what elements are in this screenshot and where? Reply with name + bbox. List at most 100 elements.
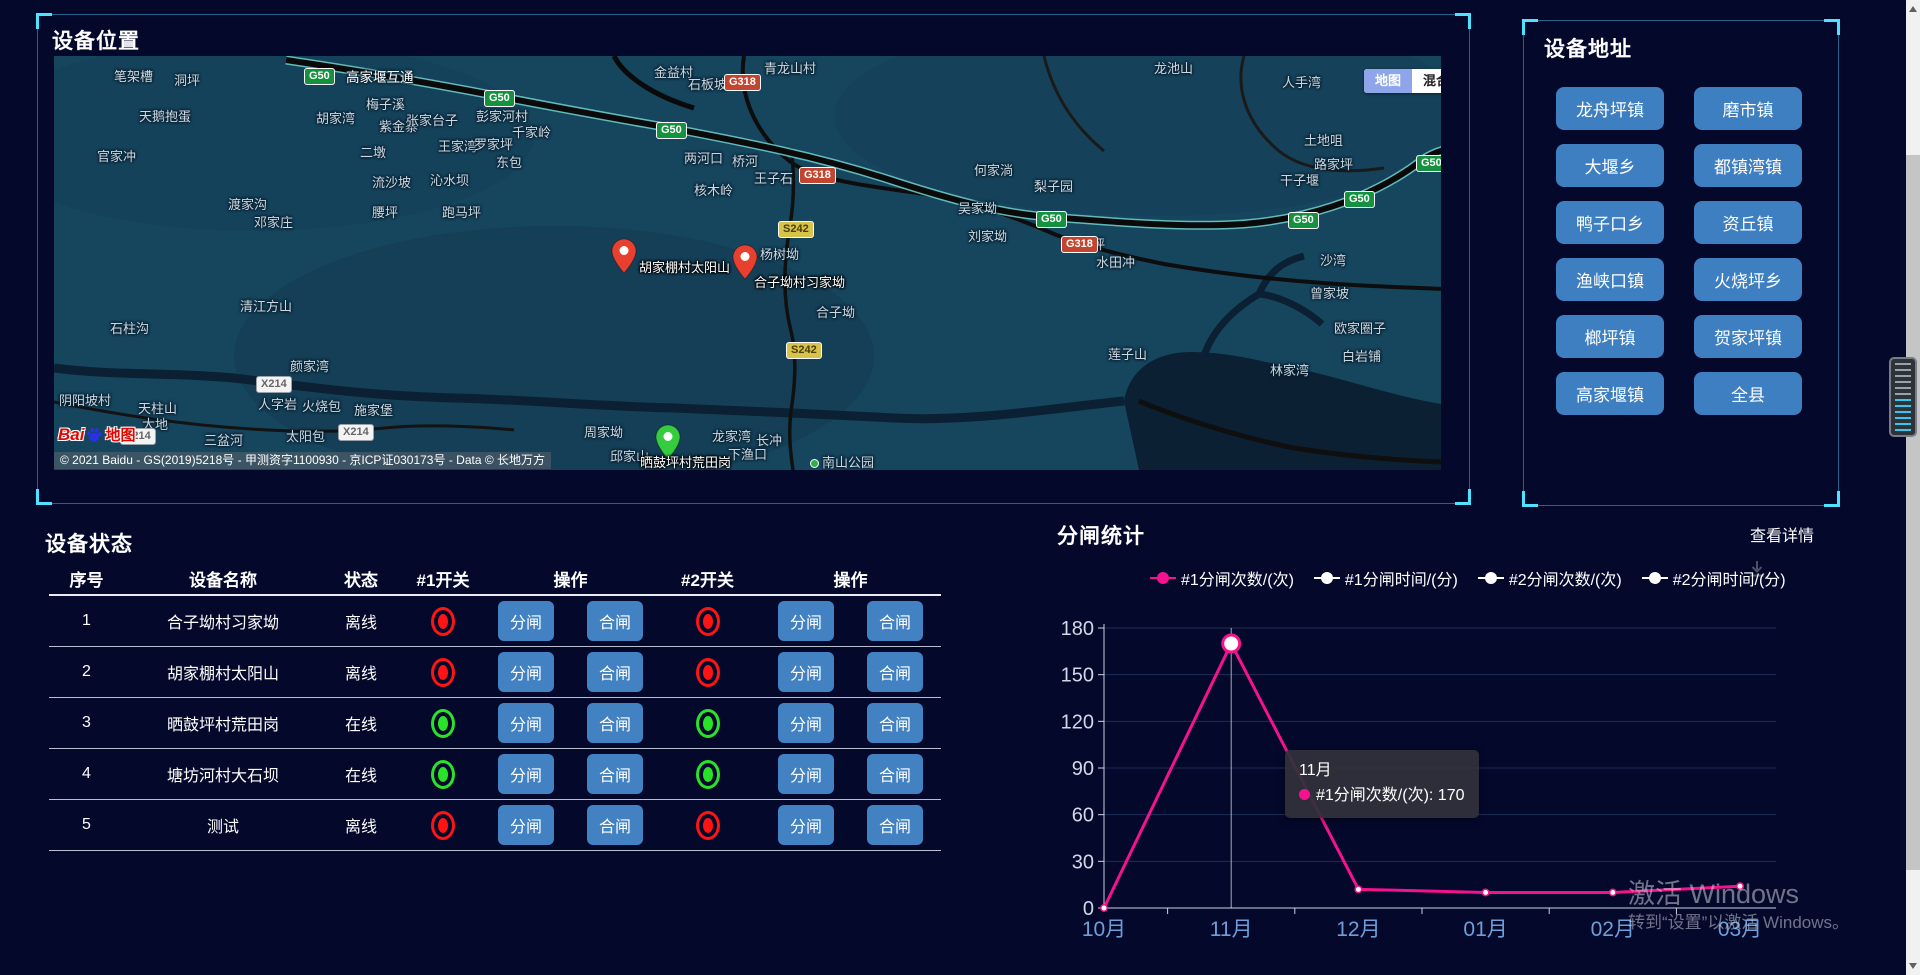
switch1-cell bbox=[400, 760, 486, 789]
map-place-label: 火烧包 bbox=[302, 396, 341, 415]
highlighted-data-point bbox=[1223, 635, 1240, 652]
corner-decoration bbox=[36, 489, 52, 505]
map-place-label: 张家台子 bbox=[406, 110, 458, 129]
close-switch-button[interactable]: 合闸 bbox=[867, 754, 923, 794]
legend-item[interactable]: #2分闸时间/(分) bbox=[1642, 566, 1786, 590]
close-switch-button[interactable]: 合闸 bbox=[867, 703, 923, 743]
column-header: 设备名称 bbox=[124, 566, 322, 591]
open-switch-button[interactable]: 分闸 bbox=[498, 703, 554, 743]
map-place-label: 曾家坡 bbox=[1310, 283, 1349, 302]
map-place-label: 天鹅抱蛋 bbox=[139, 106, 191, 125]
legend-label: #2分闸次数/(次) bbox=[1509, 566, 1622, 590]
map-place-label: 人字岩 bbox=[258, 394, 297, 413]
map-place-label: 龙池山 bbox=[1154, 58, 1193, 77]
open-switch-button[interactable]: 分闸 bbox=[498, 652, 554, 692]
baidu-logo-text: Bai bbox=[58, 425, 84, 445]
road-badge-g50: G50 bbox=[1344, 191, 1375, 208]
map-place-label: 高家堰互通 bbox=[346, 66, 414, 86]
legend-line-icon bbox=[1642, 577, 1668, 579]
address-button[interactable]: 高家堰镇 bbox=[1556, 372, 1664, 415]
close-switch-button[interactable]: 合闸 bbox=[587, 652, 643, 692]
map-place-label: 南山公园 bbox=[810, 452, 874, 470]
map-place-label: 干子堰 bbox=[1280, 170, 1319, 189]
close-switch-button[interactable]: 合闸 bbox=[587, 601, 643, 641]
y-tick-label: 180 bbox=[1061, 618, 1094, 640]
switch1-cell bbox=[400, 811, 486, 840]
address-button[interactable]: 大堰乡 bbox=[1556, 144, 1664, 187]
open-switch-button[interactable]: 分闸 bbox=[498, 754, 554, 794]
map-place-label: 清江方山 bbox=[240, 296, 292, 315]
scrollbar-down-arrow-icon[interactable] bbox=[1909, 963, 1917, 969]
map-place-label: 白岩铺 bbox=[1342, 346, 1381, 365]
switch-indicator-off bbox=[696, 658, 720, 687]
scrollbar-thumb[interactable] bbox=[1906, 155, 1920, 870]
switch2-cell bbox=[655, 709, 760, 738]
map-type-hybrid-button[interactable]: 混合 bbox=[1412, 69, 1441, 93]
address-button[interactable]: 都镇湾镇 bbox=[1694, 144, 1802, 187]
table-row: 5测试离线分闸合闸分闸合闸 bbox=[49, 800, 941, 851]
open-switch-button[interactable]: 分闸 bbox=[778, 601, 834, 641]
map-place-label: 青龙山村 bbox=[764, 58, 816, 77]
open-switch-button[interactable]: 分闸 bbox=[498, 805, 554, 845]
map-place-label: 周家坳 bbox=[584, 422, 623, 441]
map-place-label: 官家冲 bbox=[97, 146, 136, 165]
address-button[interactable]: 资丘镇 bbox=[1694, 201, 1802, 244]
map-place-label: 罗家坪 bbox=[474, 134, 513, 153]
device-name: 胡家棚村太阳山 bbox=[124, 660, 322, 684]
address-button[interactable]: 全县 bbox=[1694, 372, 1802, 415]
legend-item[interactable]: #2分闸次数/(次) bbox=[1478, 566, 1622, 590]
map-pin-marker[interactable] bbox=[611, 238, 637, 274]
map-type-map-button[interactable]: 地图 bbox=[1364, 69, 1412, 93]
close-switch-button[interactable]: 合闸 bbox=[867, 652, 923, 692]
map-place-label: 刘家坳 bbox=[968, 226, 1007, 245]
map-place-label: 路家坪 bbox=[1314, 154, 1353, 173]
map-place-label: 石板坡 bbox=[688, 74, 727, 93]
row-number: 1 bbox=[49, 612, 124, 630]
map-place-label: 沙湾 bbox=[1320, 250, 1346, 269]
switch-indicator-on bbox=[696, 709, 720, 738]
park-poi-icon bbox=[810, 459, 819, 468]
map-place-label: 吴家坳 bbox=[958, 198, 997, 217]
open-switch-button[interactable]: 分闸 bbox=[778, 754, 834, 794]
legend-line-icon bbox=[1150, 577, 1176, 579]
legend-item[interactable]: #1分闸次数/(次) bbox=[1150, 566, 1294, 590]
switch-indicator-off bbox=[696, 811, 720, 840]
map-place-label: 邓家庄 bbox=[254, 212, 293, 231]
close-switch-button[interactable]: 合闸 bbox=[587, 805, 643, 845]
address-button[interactable]: 火烧坪乡 bbox=[1694, 258, 1802, 301]
switch-indicator-off bbox=[696, 607, 720, 636]
address-button[interactable]: 磨市镇 bbox=[1694, 87, 1802, 130]
legend-item[interactable]: #1分闸时间/(分) bbox=[1314, 566, 1458, 590]
open-switch-button[interactable]: 分闸 bbox=[778, 652, 834, 692]
close-switch-button[interactable]: 合闸 bbox=[587, 754, 643, 794]
baidu-map[interactable]: 笔架槽洞坪天鹅抱蛋官家冲胡家湾高家堰互通梅子溪紫金寨二墩流沙坡沁水坝腰坪跑马坪渡… bbox=[54, 56, 1441, 470]
map-place-label: 合子坳 bbox=[816, 302, 855, 321]
close-switch-button[interactable]: 合闸 bbox=[867, 601, 923, 641]
address-button[interactable]: 渔峡口镇 bbox=[1556, 258, 1664, 301]
address-button[interactable]: 榔坪镇 bbox=[1556, 315, 1664, 358]
device-status: 离线 bbox=[322, 660, 400, 684]
view-details-link[interactable]: 查看详情 bbox=[1750, 522, 1814, 546]
column-header: 状态 bbox=[322, 566, 400, 591]
address-button[interactable]: 龙舟坪镇 bbox=[1556, 87, 1664, 130]
column-header: 序号 bbox=[49, 566, 124, 591]
switch-indicator-off bbox=[431, 811, 455, 840]
map-place-label: 流沙坡 bbox=[372, 172, 411, 191]
road-badge-g50: G50 bbox=[656, 122, 687, 139]
switch-indicator-off bbox=[431, 658, 455, 687]
corner-decoration bbox=[1522, 19, 1538, 35]
y-tick-label: 0 bbox=[1083, 898, 1094, 920]
open-switch-button[interactable]: 分闸 bbox=[498, 601, 554, 641]
table-row: 3晒鼓坪村荒田岗在线分闸合闸分闸合闸 bbox=[49, 698, 941, 749]
open-switch-button[interactable]: 分闸 bbox=[778, 805, 834, 845]
close-switch-button[interactable]: 合闸 bbox=[867, 805, 923, 845]
device-status-table: 序号设备名称状态#1开关操作#2开关操作 1合子坳村习家坳离线分闸合闸分闸合闸2… bbox=[49, 563, 941, 851]
row-number: 4 bbox=[49, 765, 124, 783]
scrollbar-up-arrow-icon[interactable] bbox=[1909, 6, 1917, 12]
close-switch-button[interactable]: 合闸 bbox=[587, 703, 643, 743]
open-switch-button[interactable]: 分闸 bbox=[778, 703, 834, 743]
address-button[interactable]: 鸭子口乡 bbox=[1556, 201, 1664, 244]
address-button[interactable]: 贺家坪镇 bbox=[1694, 315, 1802, 358]
column-header: #2开关 bbox=[655, 566, 760, 591]
map-place-label: 洞坪 bbox=[174, 70, 200, 89]
